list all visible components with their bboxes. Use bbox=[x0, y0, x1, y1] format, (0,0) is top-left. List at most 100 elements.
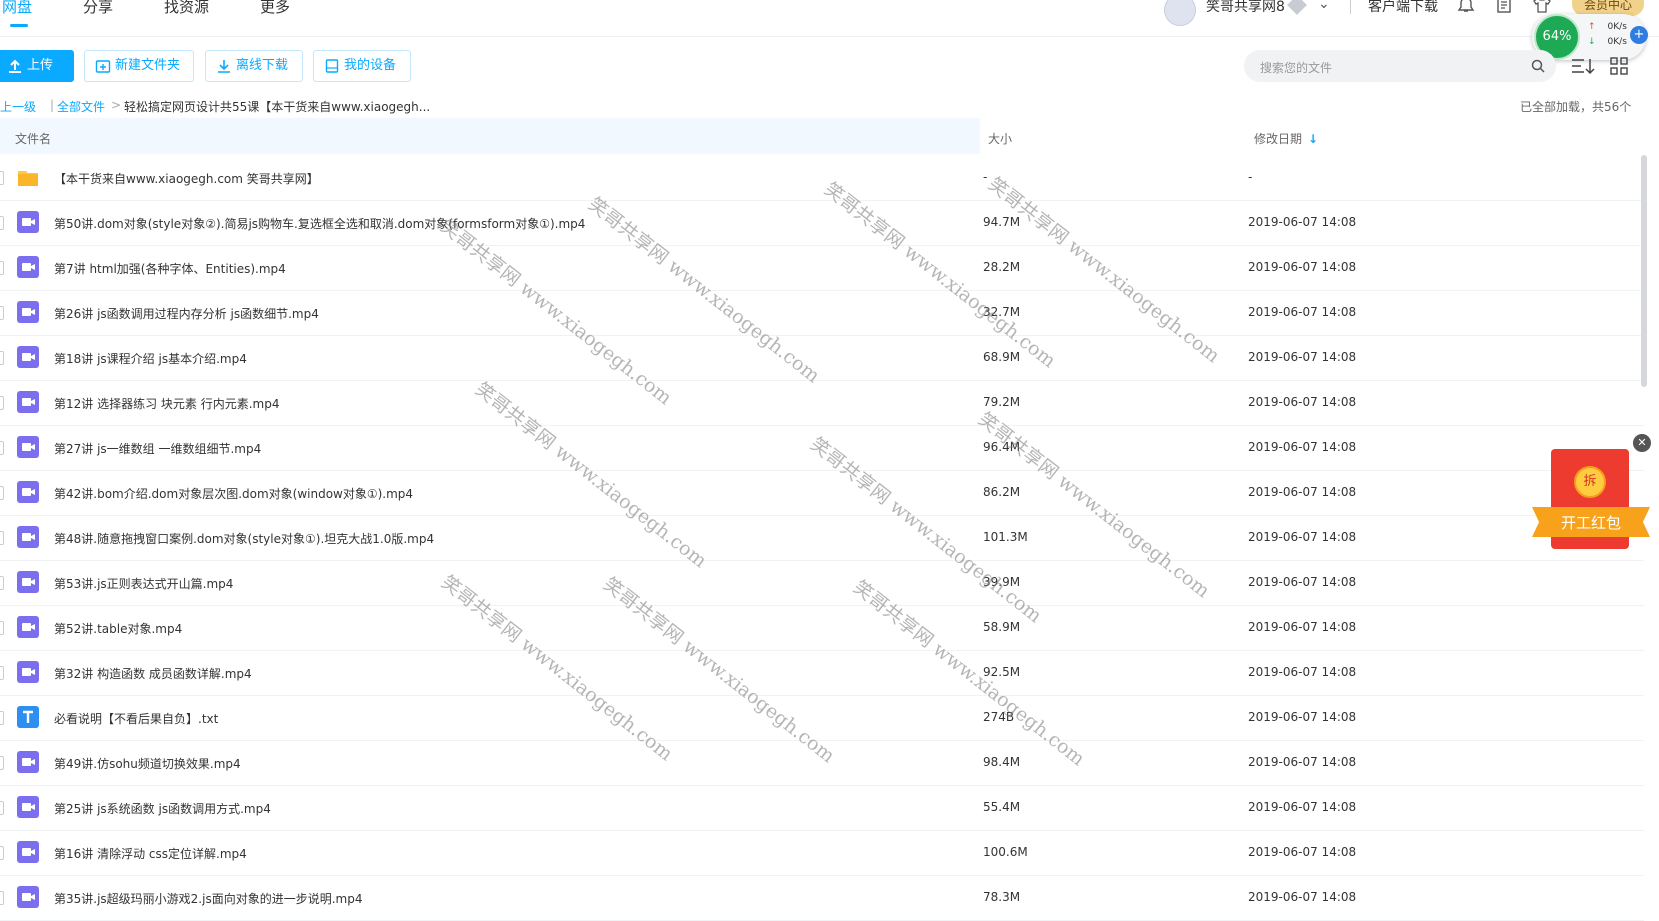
row-checkbox[interactable] bbox=[0, 261, 4, 275]
row-checkbox[interactable] bbox=[0, 846, 4, 860]
breadcrumb-separator: | bbox=[50, 98, 55, 112]
top-nav: 网盘 分享 找资源 更多 笑哥共享网8 ⌄ 客户端下载 会员中心 bbox=[0, 0, 1659, 37]
avatar[interactable] bbox=[1164, 0, 1196, 26]
file-date: 2019-06-07 14:08 bbox=[1248, 755, 1357, 769]
video-file-icon bbox=[17, 751, 39, 773]
file-size: 94.7M bbox=[983, 215, 1021, 229]
tab-share[interactable]: 分享 bbox=[83, 0, 113, 17]
file-size: 96.4M bbox=[983, 440, 1021, 454]
file-name[interactable]: 第27讲 js一维数组 一维数组细节.mp4 bbox=[54, 440, 261, 457]
table-row[interactable]: 第42讲.bom介绍.dom对象层次图.dom对象(window对象①).mp4… bbox=[0, 470, 1644, 516]
upload-button[interactable]: 上传 bbox=[0, 50, 74, 82]
file-name[interactable]: 第50讲.dom对象(style对象②).简易js购物车.复选框全选和取消.do… bbox=[54, 215, 585, 232]
file-date: 2019-06-07 14:08 bbox=[1248, 665, 1357, 679]
file-name[interactable]: 第42讲.bom介绍.dom对象层次图.dom对象(window对象①).mp4 bbox=[54, 485, 413, 502]
sort-icon[interactable] bbox=[1571, 57, 1595, 75]
row-checkbox[interactable] bbox=[0, 801, 4, 815]
file-name[interactable]: 第18讲 js课程介绍 js基本介绍.mp4 bbox=[54, 350, 247, 367]
plus-icon[interactable]: + bbox=[1630, 26, 1648, 44]
red-packet-coin[interactable]: 拆 bbox=[1574, 466, 1606, 498]
row-checkbox[interactable] bbox=[0, 441, 4, 455]
table-row[interactable]: 第48讲.随意拖拽窗口案例.dom对象(style对象①).坦克大战1.0版.m… bbox=[0, 515, 1644, 561]
new-folder-button[interactable]: 新建文件夹 bbox=[84, 50, 194, 82]
file-name[interactable]: 第25讲 js系统函数 js函数调用方式.mp4 bbox=[54, 800, 271, 817]
grid-view-icon[interactable] bbox=[1610, 57, 1628, 75]
table-row[interactable]: 【本干货来自www.xiaogegh.com 笑哥共享网】 - - bbox=[0, 155, 1644, 201]
row-checkbox[interactable] bbox=[0, 756, 4, 770]
table-row[interactable]: 第12讲 选择器练习 块元素 行内元素.mp4 79.2M 2019-06-07 1… bbox=[0, 380, 1644, 426]
search-icon[interactable] bbox=[1530, 58, 1546, 74]
row-checkbox[interactable] bbox=[0, 666, 4, 680]
table-row[interactable]: 第26讲 js函数调用过程内存分析 js函数细节.mp4 32.7M 2019-06… bbox=[0, 290, 1644, 336]
table-row[interactable]: 第27讲 js一维数组 一维数组细节.mp4 96.4M 2019-06-07 14… bbox=[0, 425, 1644, 471]
breadcrumb-all-files[interactable]: 全部文件 bbox=[57, 98, 105, 115]
red-packet-label[interactable]: 开工红包 bbox=[1532, 512, 1650, 533]
new-folder-label: 新建文件夹 bbox=[115, 58, 181, 73]
bell-icon[interactable] bbox=[1456, 0, 1476, 14]
notes-icon[interactable] bbox=[1494, 0, 1514, 14]
row-checkbox[interactable] bbox=[0, 351, 4, 365]
table-row[interactable]: 第16讲 清除浮动 css定位详解.mp4 100.6M 2019-06-07 14… bbox=[0, 830, 1644, 876]
row-checkbox[interactable] bbox=[0, 531, 4, 545]
video-file-icon bbox=[17, 616, 39, 638]
user-name[interactable]: 笑哥共享网8 bbox=[1206, 0, 1285, 16]
file-name[interactable]: 第7讲 html加强(各种字体、Entities).mp4 bbox=[54, 260, 286, 277]
video-file-icon bbox=[17, 436, 39, 458]
video-file-icon bbox=[17, 571, 39, 593]
tab-find-resources[interactable]: 找资源 bbox=[164, 0, 209, 17]
table-row[interactable]: 第18讲 js课程介绍 js基本介绍.mp4 68.9M 2019-06-07 14… bbox=[0, 335, 1644, 381]
my-devices-button[interactable]: 我的设备 bbox=[313, 50, 411, 82]
file-size: 68.9M bbox=[983, 350, 1021, 364]
file-date: 2019-06-07 14:08 bbox=[1248, 440, 1357, 454]
text-file-icon bbox=[17, 706, 39, 728]
file-name[interactable]: 第52讲.table对象.mp4 bbox=[54, 620, 182, 637]
video-file-icon bbox=[17, 841, 39, 863]
table-row[interactable]: 第50讲.dom对象(style对象②).简易js购物车.复选框全选和取消.do… bbox=[0, 200, 1644, 246]
tab-more[interactable]: 更多 bbox=[260, 0, 290, 17]
table-row[interactable]: 第25讲 js系统函数 js函数调用方式.mp4 55.4M 2019-06-07 … bbox=[0, 785, 1644, 831]
row-checkbox[interactable] bbox=[0, 891, 4, 905]
video-file-icon bbox=[17, 661, 39, 683]
file-name[interactable]: 第32讲 构造函数 成员函数详解.mp4 bbox=[54, 665, 252, 682]
row-checkbox[interactable] bbox=[0, 171, 4, 185]
file-name[interactable]: 第12讲 选择器练习 块元素 行内元素.mp4 bbox=[54, 395, 279, 412]
column-header-name[interactable]: 文件名 bbox=[15, 130, 51, 147]
row-checkbox[interactable] bbox=[0, 576, 4, 590]
row-checkbox[interactable] bbox=[0, 216, 4, 230]
file-name[interactable]: 第35讲.js超级玛丽小游戏2.js面向对象的进一步说明.mp4 bbox=[54, 890, 362, 907]
close-icon[interactable]: ✕ bbox=[1633, 434, 1651, 452]
file-size: 100.6M bbox=[983, 845, 1028, 859]
breadcrumb-up-level[interactable]: 返回上一级 bbox=[0, 98, 36, 115]
file-name[interactable]: 第53讲.js正则表达式开山篇.mp4 bbox=[54, 575, 233, 592]
file-name[interactable]: 必看说明【不看后果自负】.txt bbox=[54, 710, 218, 727]
scrollbar[interactable] bbox=[1641, 155, 1647, 387]
file-name[interactable]: 【本干货来自www.xiaogegh.com 笑哥共享网】 bbox=[54, 170, 319, 187]
table-row[interactable]: 第35讲.js超级玛丽小游戏2.js面向对象的进一步说明.mp4 78.3M 201… bbox=[0, 875, 1644, 921]
table-row[interactable]: 第32讲 构造函数 成员函数详解.mp4 92.5M 2019-06-07 14:0… bbox=[0, 650, 1644, 696]
row-checkbox[interactable] bbox=[0, 486, 4, 500]
load-status: 已全部加载，共56个 bbox=[1520, 100, 1632, 114]
client-download-link[interactable]: 客户端下载 bbox=[1368, 0, 1438, 16]
file-name[interactable]: 第48讲.随意拖拽窗口案例.dom对象(style对象①).坦克大战1.0版.m… bbox=[54, 530, 434, 547]
file-name[interactable]: 第49讲.仿sohu频道切换效果.mp4 bbox=[54, 755, 241, 772]
tshirt-icon[interactable] bbox=[1532, 0, 1552, 14]
file-name[interactable]: 第26讲 js函数调用过程内存分析 js函数细节.mp4 bbox=[54, 305, 319, 322]
file-size: 98.4M bbox=[983, 755, 1021, 769]
file-name[interactable]: 第16讲 清除浮动 css定位详解.mp4 bbox=[54, 845, 247, 862]
table-row[interactable]: 第7讲 html加强(各种字体、Entities).mp4 28.2M 2019-0… bbox=[0, 245, 1644, 291]
table-row[interactable]: 必看说明【不看后果自负】.txt 274B 2019-06-07 14:08 bbox=[0, 695, 1644, 741]
row-checkbox[interactable] bbox=[0, 711, 4, 725]
table-row[interactable]: 第53讲.js正则表达式开山篇.mp4 39.9M 2019-06-07 14:08 bbox=[0, 560, 1644, 606]
table-row[interactable]: 第49讲.仿sohu频道切换效果.mp4 98.4M 2019-06-07 14:0… bbox=[0, 740, 1644, 786]
row-checkbox[interactable] bbox=[0, 396, 4, 410]
column-header-size[interactable]: 大小 bbox=[988, 130, 1012, 147]
column-header-date[interactable]: 修改日期 ↓ bbox=[1254, 130, 1318, 147]
table-row[interactable]: 第52讲.table对象.mp4 58.9M 2019-06-07 14:08 bbox=[0, 605, 1644, 651]
tab-netdisk[interactable]: 网盘 bbox=[2, 0, 32, 17]
file-date: 2019-06-07 14:08 bbox=[1248, 260, 1357, 274]
offline-download-button[interactable]: 离线下载 bbox=[205, 50, 303, 82]
row-checkbox[interactable] bbox=[0, 306, 4, 320]
offline-download-label: 离线下载 bbox=[236, 58, 289, 73]
chevron-down-icon[interactable]: ⌄ bbox=[1318, 0, 1330, 12]
row-checkbox[interactable] bbox=[0, 621, 4, 635]
